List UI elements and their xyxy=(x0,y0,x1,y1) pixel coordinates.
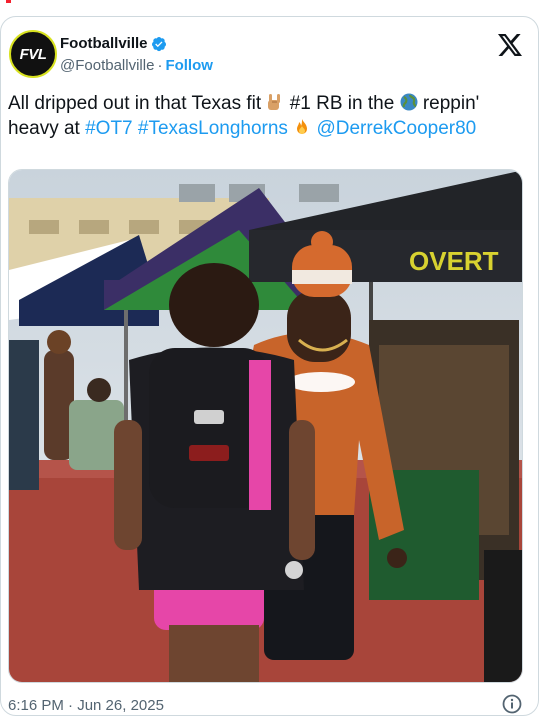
globe-emoji xyxy=(400,93,418,111)
info-icon[interactable] xyxy=(502,694,522,714)
separator-dot: · xyxy=(157,57,163,74)
handle-row: @Footballville · Follow xyxy=(60,57,213,74)
avatar[interactable]: FVL xyxy=(9,30,57,78)
top-accent-mark xyxy=(6,0,11,3)
tweet-card: FVL Footballville @Footballville · Follow … xyxy=(0,16,539,716)
avatar-text: FVL xyxy=(19,45,47,63)
verified-badge-icon xyxy=(152,37,166,52)
tweet-text: All dripped out in that Texas fit #1 RB … xyxy=(8,91,528,141)
hashtag-ot7[interactable]: #OT7 xyxy=(85,118,133,139)
photo-scene: OVERT xyxy=(9,170,522,682)
mention-derrek-cooper[interactable]: @DerrekCooper80 xyxy=(316,118,476,139)
x-logo-icon[interactable] xyxy=(498,34,522,56)
hashtag-texas-longhorns[interactable]: #TexasLonghorns xyxy=(138,118,288,139)
sign-text: OVERT xyxy=(409,246,499,276)
fire-emoji xyxy=(297,119,308,134)
author-handle[interactable]: @Footballville xyxy=(60,57,154,74)
post-photo[interactable]: OVERT xyxy=(8,169,523,683)
author-name[interactable]: Footballville xyxy=(60,35,148,52)
horns-hand-emoji xyxy=(268,94,281,110)
follow-button[interactable]: Follow xyxy=(165,57,213,74)
text-segment-1: All dripped out in that Texas fit xyxy=(8,93,267,114)
text-segment-3: reppin' xyxy=(417,93,480,114)
text-segment-2: #1 RB in the xyxy=(284,93,400,114)
text-segment-4: heavy at xyxy=(8,118,86,139)
post-timestamp[interactable]: 6:16 PM · Jun 26, 2025 xyxy=(8,697,164,714)
